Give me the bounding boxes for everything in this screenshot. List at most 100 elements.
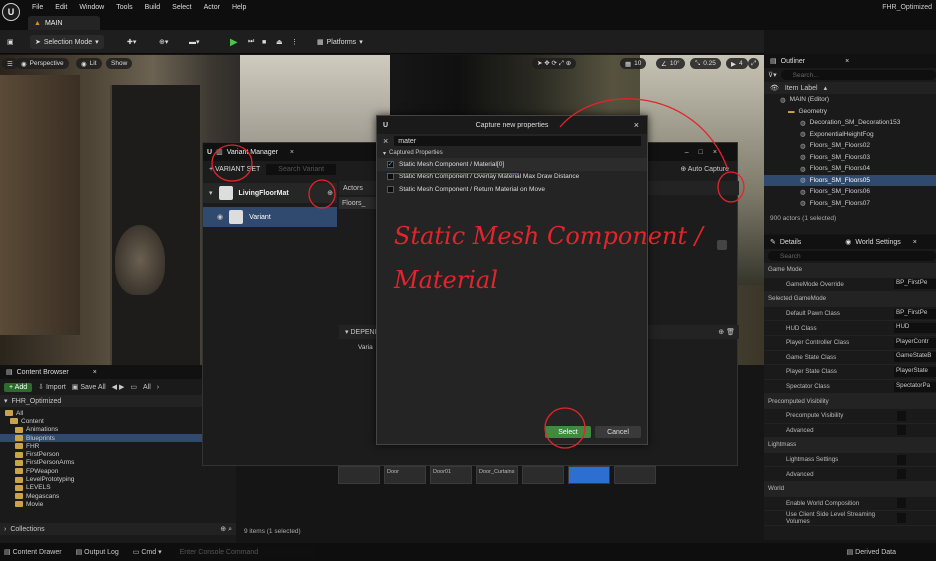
details-row[interactable]: Game Mode	[764, 263, 936, 278]
folder-tree-item[interactable]: FHR	[0, 442, 236, 450]
rotation-snap[interactable]: ∠ 10°	[656, 58, 685, 69]
filter-icon[interactable]: ⊽▾	[768, 71, 777, 79]
details-row-value[interactable]	[897, 410, 906, 421]
eye-icon[interactable]: 👁	[770, 84, 779, 92]
details-title[interactable]: Details	[780, 239, 801, 246]
more-icon[interactable]: ⋮	[286, 35, 303, 49]
variant-tile[interactable]: Door_Curtains	[476, 466, 518, 484]
actor-item[interactable]: Floors_	[339, 197, 379, 209]
stop-icon[interactable]: ■	[257, 35, 271, 49]
checkbox[interactable]	[387, 173, 394, 181]
console-input[interactable]: Enter Console Command	[175, 546, 316, 558]
outliner-search-input[interactable]: Search...	[780, 70, 936, 80]
variant-set-row[interactable]: ▾ LivingFloorMat ⊕	[203, 183, 337, 203]
cancel-button[interactable]: Cancel	[595, 426, 641, 438]
content-drawer-button[interactable]: ▤ Content Drawer	[4, 548, 62, 556]
clear-search-icon[interactable]: ×	[383, 136, 388, 146]
details-row-value[interactable]: HUD	[894, 323, 936, 334]
capture-search-input[interactable]: mater	[394, 136, 641, 146]
details-row-value[interactable]	[897, 498, 906, 509]
details-row-value[interactable]: GameStateB	[894, 352, 936, 363]
scale-snap[interactable]: ⤡ 0.25	[690, 58, 721, 69]
show-button[interactable]: Show	[106, 58, 133, 69]
details-row[interactable]: Enable World Composition	[764, 497, 936, 512]
tab-main[interactable]: ▲ MAIN	[28, 16, 100, 30]
details-row-value[interactable]	[897, 454, 906, 465]
menu-tools[interactable]: Tools	[116, 4, 132, 11]
capture-option[interactable]: ✓ Static Mesh Component / Material[0]	[377, 158, 647, 171]
outliner-item[interactable]: ▬ Geometry	[764, 106, 936, 118]
details-row[interactable]: Advanced	[764, 467, 936, 482]
details-row[interactable]: Default Pawn Class BP_FirstPe	[764, 307, 936, 322]
close-icon[interactable]: ×	[93, 369, 97, 376]
details-search-input[interactable]: Search	[768, 251, 936, 261]
selection-mode-button[interactable]: ➤ Selection Mode ▾	[30, 35, 104, 49]
play-icon[interactable]: ▶	[225, 35, 243, 49]
folder-tree-item[interactable]: FPWeapon	[0, 467, 236, 475]
perspective-button[interactable]: ◉ Perspective	[16, 58, 69, 69]
unreal-logo-icon[interactable]: U	[2, 3, 20, 21]
auto-capture-toggle[interactable]: ⊕ Auto Capture	[680, 165, 729, 173]
details-row[interactable]: World	[764, 481, 936, 497]
import-button[interactable]: ⇩ Import	[38, 383, 66, 391]
history-icon[interactable]: ◀ ▶	[112, 383, 125, 391]
select-button[interactable]: Select	[545, 426, 591, 438]
details-row-value[interactable]: BP_FirstPe	[894, 279, 936, 290]
close-icon[interactable]: ×	[290, 149, 294, 156]
content-browser-title[interactable]: Content Browser	[17, 369, 69, 376]
menu-select[interactable]: Select	[172, 4, 191, 11]
save-icon[interactable]: ▣	[2, 35, 16, 49]
content-root[interactable]: ▾ FHR_Optimized	[0, 395, 236, 407]
platforms-button[interactable]: ▦ Platforms ▾	[312, 35, 368, 49]
add-variant-set-button[interactable]: + VARIANT SET	[209, 166, 260, 173]
details-row[interactable]: Use Client Side Level Streaming Volumes	[764, 511, 936, 526]
breadcrumb-all[interactable]: All	[143, 384, 151, 391]
menu-build[interactable]: Build	[145, 4, 161, 11]
details-row[interactable]: Game State Class GameStateB	[764, 351, 936, 366]
checkbox[interactable]: ✓	[387, 160, 394, 168]
variant-tile-selected[interactable]	[568, 466, 610, 484]
capture-properties-icon[interactable]	[717, 240, 727, 250]
folder-tree-item[interactable]: LevelPrototyping	[0, 475, 236, 483]
details-row-value[interactable]	[897, 512, 906, 523]
captured-properties-header[interactable]: ▾ Captured Properties	[377, 148, 647, 158]
details-row[interactable]: Lightmass Settings	[764, 453, 936, 468]
outliner-item[interactable]: ◍ Floors_SM_Floors04	[764, 163, 936, 175]
details-row-value[interactable]	[897, 469, 906, 480]
capture-option[interactable]: Static Mesh Component / Return Material …	[377, 183, 647, 196]
save-all-button[interactable]: ▣ Save All	[72, 383, 106, 391]
variant-search-input[interactable]: Search Variant	[266, 163, 337, 175]
variant-row[interactable]: ◉ Variant	[203, 207, 337, 227]
details-row-value[interactable]	[897, 425, 906, 436]
details-row-value[interactable]: SpectatorPa	[894, 381, 936, 392]
folder-tree-item[interactable]: Content	[0, 417, 236, 425]
details-row[interactable]: Lightmass	[764, 438, 936, 453]
derived-data-button[interactable]: ▤ Derived Data	[847, 548, 896, 556]
menu-edit[interactable]: Edit	[55, 4, 67, 11]
close-icon[interactable]: ×	[634, 120, 639, 130]
outliner-item[interactable]: ◍ Floors_SM_Floors02	[764, 140, 936, 152]
folder-tree-item[interactable]: FirstPerson	[0, 450, 236, 458]
details-row[interactable]: Precompute Visibility	[764, 409, 936, 424]
variant-tile[interactable]: Door01	[430, 466, 472, 484]
close-icon[interactable]: ×	[913, 239, 917, 246]
window-controls[interactable]: –□×	[685, 149, 727, 156]
details-row[interactable]: Player State Class PlayerState	[764, 365, 936, 380]
variant-tile[interactable]	[522, 466, 564, 484]
transform-tools[interactable]: ➤ ✥ ⟳ ⤢ ⊕	[532, 58, 577, 69]
details-row[interactable]: HUD Class HUD	[764, 321, 936, 336]
folder-tree-item[interactable]: Megascans	[0, 492, 236, 500]
checkbox[interactable]	[387, 185, 394, 193]
outliner-item[interactable]: ◍ Floors_SM_Floors03	[764, 152, 936, 164]
folder-tree-item[interactable]: All	[0, 409, 236, 417]
outliner-item[interactable]: ◍ Floors_SM_Floors05	[764, 174, 936, 186]
menu-actor[interactable]: Actor	[204, 4, 220, 11]
grid-snap[interactable]: ▦ 10	[620, 58, 647, 69]
output-log-button[interactable]: ▤ Output Log	[76, 548, 119, 556]
details-row[interactable]: Player Controller Class PlayerContr	[764, 336, 936, 351]
details-row[interactable]: Advanced	[764, 424, 936, 439]
outliner-item[interactable]: ◍ MAIN (Editor)	[764, 94, 936, 106]
add-collection-icon[interactable]: ⊕ ⌕	[220, 525, 232, 534]
folder-tree-item[interactable]: Blueprints	[0, 433, 236, 443]
outliner-item[interactable]: ◍ Floors_SM_Floors07	[764, 198, 936, 210]
